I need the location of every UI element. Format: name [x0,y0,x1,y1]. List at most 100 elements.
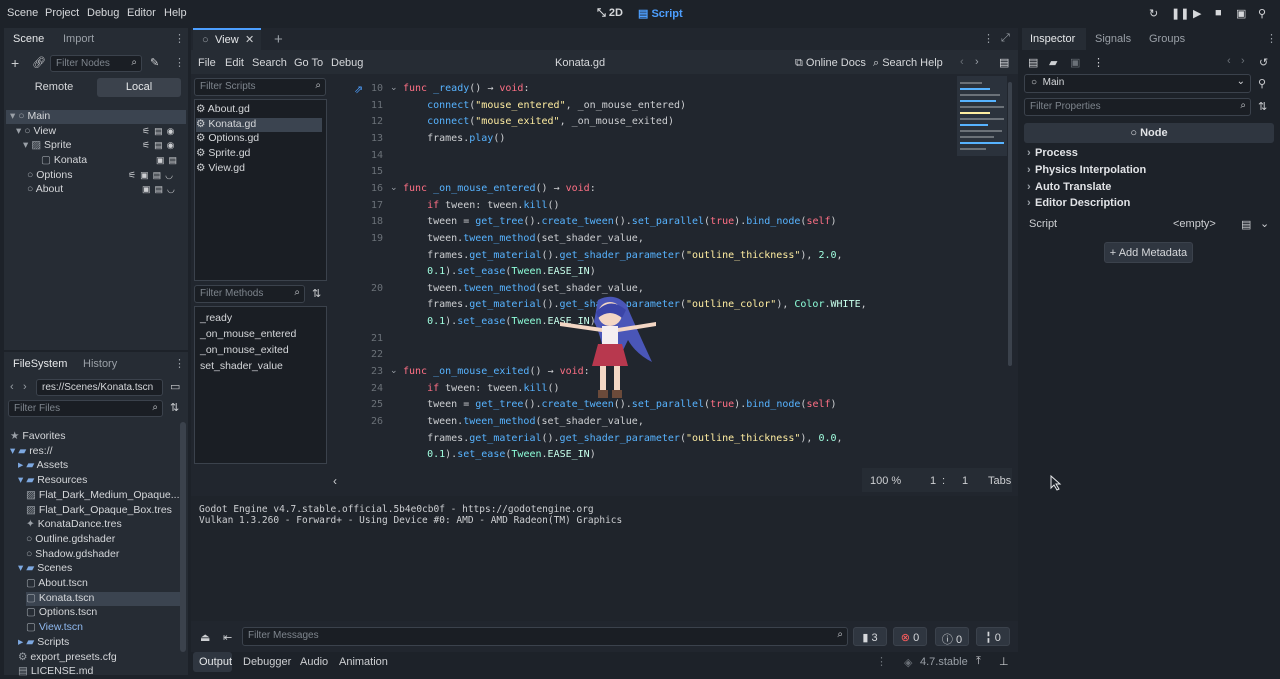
dock-menu-icon[interactable]: ⋮ [174,357,185,370]
menu-editor[interactable]: Editor [127,7,156,19]
tab-groups[interactable]: Groups [1149,33,1185,45]
menu-debug[interactable]: Debug [87,7,119,19]
file-item[interactable]: ▾ ▰ Scenes [18,562,72,576]
path-input[interactable]: res://Scenes/Konata.tscn [36,379,163,396]
file-item[interactable]: ▢ Options.tscn [26,606,97,620]
file-item[interactable]: ▨ Flat_Dark_Medium_Opaque... [26,489,180,503]
file-item[interactable]: ▸ ▰ Scripts [18,636,69,650]
filter-properties-input[interactable]: Filter Properties ⌕ [1024,98,1251,116]
errors-toggle[interactable]: ⊗ 0 [893,627,927,646]
method-item[interactable]: _ready [200,312,232,326]
filter-messages-input[interactable]: Filter Messages ⌕ [242,627,848,646]
file-item[interactable]: ★ Favorites [10,430,66,444]
panel-menu-icon[interactable]: ⋮ [876,655,887,668]
tab-history[interactable]: History [83,358,117,370]
editor-tab-view[interactable]: ○ View ✕ [193,28,261,50]
script-menu-goto[interactable]: Go To [294,57,323,69]
new-tab-icon[interactable]: + [274,31,283,48]
tab-animation[interactable]: Animation [339,656,388,668]
script-file-item[interactable]: ⚙ View.gd [196,162,322,176]
pause-icon[interactable]: ❚❚ [1171,7,1189,20]
file-item[interactable]: ▢ About.tscn [26,577,88,591]
save-resource-icon[interactable]: ▣ [1070,56,1080,69]
minimap[interactable] [957,76,1007,166]
section-process[interactable]: › Process [1027,147,1078,159]
section-editor-description[interactable]: › Editor Description [1027,197,1130,209]
tab-debugger[interactable]: Debugger [243,656,291,668]
file-item[interactable]: ▤ LICENSE.md [18,665,93,679]
scene-instance-icon[interactable]: ▣▤ [156,155,181,166]
forward-icon[interactable]: › [1241,55,1245,67]
menu-scene[interactable]: Scene [7,7,38,19]
link-icon[interactable]: 🔗︎ [32,56,46,69]
tree-item-about[interactable]: ○ About [27,183,63,197]
file-item[interactable]: ✦ KonataDance.tres [26,518,122,532]
file-item[interactable]: ○ Shadow.gdshader [26,548,119,562]
section-physics-interpolation[interactable]: › Physics Interpolation [1027,164,1146,176]
tab-signals[interactable]: Signals [1095,33,1131,45]
node-docs-icon[interactable]: ⚲ [1258,77,1266,90]
visibility-icon[interactable]: ⚟▤◉ [142,140,178,151]
tree-item-main[interactable]: ▾ ○ Main [6,110,186,124]
tab-output[interactable]: Output [199,656,232,668]
filter-scripts-input[interactable]: Filter Scripts ⌕ [194,78,326,96]
info-toggle[interactable]: ╏ 0 [976,627,1010,646]
collapse-left-icon[interactable]: ‹ [333,474,337,488]
warnings-toggle[interactable]: ⓘ 0 [935,627,969,646]
script-menu-debug[interactable]: Debug [331,57,363,69]
method-item[interactable]: set_shader_value [200,360,283,374]
local-button[interactable]: Local [97,78,181,97]
file-item[interactable]: ▢ Konata.tscn [26,591,180,606]
back-icon[interactable]: ‹ [960,56,964,68]
code-scrollbar[interactable] [1008,82,1012,366]
tree-item-options[interactable]: ○ Options [27,169,72,183]
tabs-menu-icon[interactable]: ⋮ [983,32,994,45]
visibility-icon[interactable]: ⚟▤◉ [142,126,178,137]
scene-menu-icon[interactable]: ⋮ [174,56,185,69]
file-item[interactable]: ▾ ▰ Resources [18,474,87,488]
back-icon[interactable]: ‹ [1227,55,1231,67]
remote-button[interactable]: Remote [12,78,96,97]
dock-menu-icon[interactable]: ⋮ [1266,32,1277,45]
filter-files-input[interactable]: Filter Files ⌕ [8,400,163,417]
method-item[interactable]: _on_mouse_exited [200,344,289,358]
search-help-button[interactable]: ⌕ Search Help [873,57,943,70]
window-icon[interactable]: ▤ [999,56,1009,69]
file-item[interactable]: ⚙ export_presets.cfg [18,651,117,665]
tab-filesystem[interactable]: FileSystem [13,358,67,370]
load-script-icon[interactable]: ▤ [1241,218,1251,231]
file-item[interactable]: ○ Outline.gdshader [26,533,115,547]
play-scene-icon[interactable]: ▣ [1236,7,1246,20]
extra-options-icon[interactable]: ⋮ [1093,56,1104,69]
menu-help[interactable]: Help [164,7,187,19]
tab-audio[interactable]: Audio [300,656,328,668]
pin-icon[interactable]: ⊥ [999,655,1009,668]
script-menu-search[interactable]: Search [252,57,287,69]
method-item[interactable]: _on_mouse_entered [200,328,296,342]
visibility-icon[interactable]: ▣▤◡ [142,184,179,195]
play-custom-icon[interactable]: ⚲ [1258,7,1266,20]
close-icon[interactable]: ✕ [245,33,254,46]
sort-icon[interactable]: ⇅ [312,287,321,300]
script-menu-edit[interactable]: Edit [225,57,244,69]
distraction-free-icon[interactable]: ⤢ [1001,32,1010,45]
zoom-level[interactable]: 100 % [870,475,901,487]
scrollbar[interactable] [180,422,186,652]
play-icon[interactable]: ▶ [1193,7,1201,20]
section-auto-translate[interactable]: › Auto Translate [1027,181,1111,193]
add-node-icon[interactable]: + [11,55,19,71]
script-file-item[interactable]: ⚙ Options.gd [196,132,322,146]
node-select[interactable]: ○ Main ⌄ [1024,74,1251,93]
copy-output-icon[interactable]: ⇤ [223,631,232,644]
mode-2d-button[interactable]: ⤡ 2D [597,7,623,20]
file-item[interactable]: ▨ Flat_Dark_Opaque_Box.tres [26,504,172,518]
script-file-item[interactable]: ⚙ Sprite.gd [196,147,322,161]
filter-nodes-input[interactable]: Filter Nodes ⌕ [50,55,142,72]
script-menu-file[interactable]: File [198,57,216,69]
stop-icon[interactable]: ■ [1215,7,1222,19]
visibility-icon[interactable]: ⚟▣▤◡ [128,170,177,181]
sort-icon[interactable]: ⇅ [170,401,179,414]
property-settings-icon[interactable]: ⇅ [1258,100,1267,113]
script-file-item[interactable]: ⚙ About.gd [196,103,322,117]
script-property-value[interactable]: <empty> [1173,218,1216,230]
